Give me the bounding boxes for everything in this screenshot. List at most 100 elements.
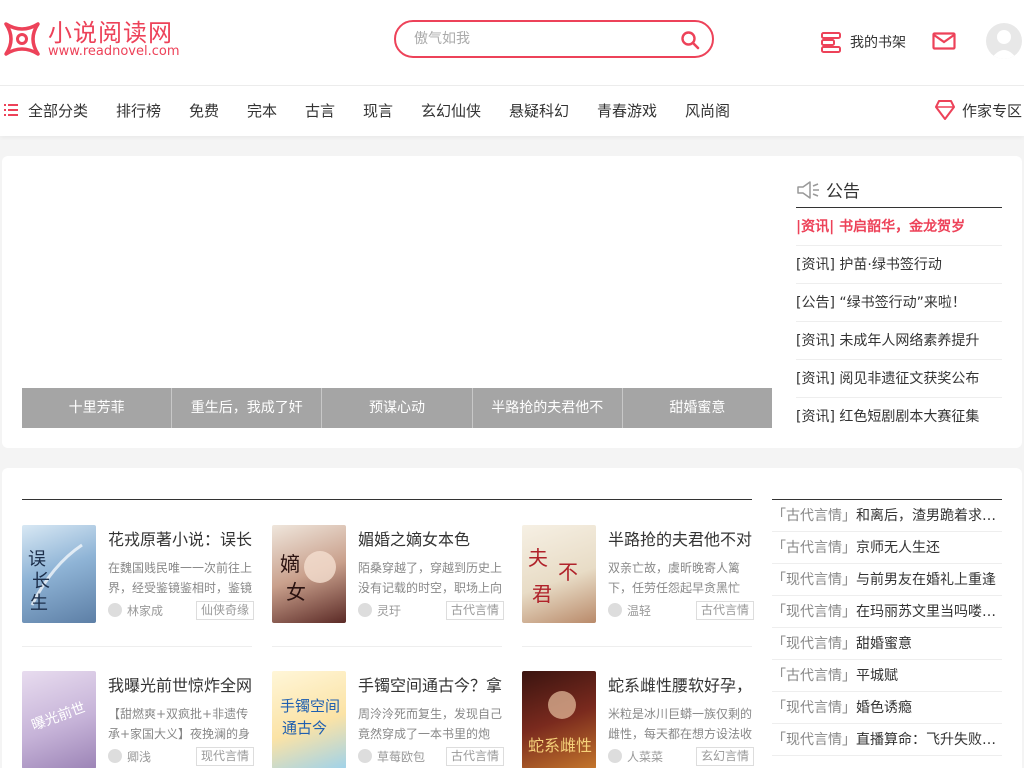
nav-all-categories[interactable]: 全部分类 xyxy=(28,101,88,121)
ranking-title[interactable]: 直播算命：飞升失败后… xyxy=(856,732,1002,748)
nav-youth-games[interactable]: 青春游戏 xyxy=(597,101,657,121)
announcement-item[interactable]: [资讯] 阅见非遗征文获奖公布 xyxy=(796,360,1002,398)
book-cover[interactable]: 夫不君 xyxy=(522,525,596,623)
search-input[interactable] xyxy=(414,29,664,49)
nav-free[interactable]: 免费 xyxy=(189,101,219,121)
slider-tab[interactable]: 重生后，我成了奸 xyxy=(172,388,323,428)
nav-rankings[interactable]: 排行榜 xyxy=(116,101,161,121)
book-genre-tag[interactable]: 古代言情 xyxy=(446,747,505,766)
ranking-genre: 「古代言情」 xyxy=(772,508,856,524)
book-cover[interactable]: 误长生 xyxy=(22,525,96,623)
book-card[interactable]: 蛇系雌性 蛇系雌性腰软好孕， 米粒是冰川巨蟒一族仅剩的雌性，每天都在想方设法收 … xyxy=(522,671,755,768)
announcement-item[interactable]: [资讯] 未成年人网络素养提升 xyxy=(796,322,1002,360)
svg-text:误: 误 xyxy=(28,549,46,570)
author-name: 草莓欧包 xyxy=(377,749,426,764)
ranking-list: 「古代言情」和离后，渣男跪着求我… 「古代言情」京师无人生还 「现代言情」与前男… xyxy=(772,499,1002,756)
book-author: 草莓欧包 xyxy=(358,748,425,764)
diamond-icon xyxy=(935,100,955,120)
ranking-title[interactable]: 平城赋 xyxy=(856,668,898,684)
book-description: 双亲亡故，虞昕晚寄人篱下，任劳任怨起早贪黑忙 xyxy=(608,561,741,595)
bookshelf-link[interactable]: 我的书架 xyxy=(820,30,906,54)
book-author: 温轻 xyxy=(608,602,651,618)
ranking-item[interactable]: 「现代言情」在玛丽苏文里当吗喽的… xyxy=(772,596,1002,628)
ranking-title[interactable]: 与前男友在婚礼上重逢 xyxy=(856,572,996,588)
book-description: 在魏国贱民唯一一次前往上界，经受鉴镜鉴相时，鉴镜 xyxy=(108,561,253,595)
svg-text:不: 不 xyxy=(558,560,578,584)
banner-slider[interactable]: 十里芳菲 重生后，我成了奸 预谋心动 半路抢的夫君他不 甜婚蜜意 xyxy=(22,156,773,428)
slider-tab[interactable]: 甜婚蜜意 xyxy=(622,388,773,428)
book-cover[interactable]: 嫡女 xyxy=(272,525,346,623)
slider-tab[interactable]: 十里芳菲 xyxy=(22,388,173,428)
ranking-item[interactable]: 「古代言情」和离后，渣男跪着求我… xyxy=(772,500,1002,532)
svg-text:蛇系雌性: 蛇系雌性 xyxy=(528,736,592,755)
svg-text:女: 女 xyxy=(286,580,306,604)
ranking-genre: 「现代言情」 xyxy=(772,732,856,748)
slider-tab[interactable]: 半路抢的夫君他不 xyxy=(472,388,623,428)
book-card[interactable]: 嫡女 媚婚之嫡女本色 陌桑穿越了，穿越到历史上没有记载的时空，职场上向 灵玗 古… xyxy=(272,525,505,625)
search-icon[interactable] xyxy=(680,30,700,50)
book-title[interactable]: 花戎原著小说：误长 xyxy=(108,529,254,551)
book-genre-tag[interactable]: 玄幻言情 xyxy=(696,747,755,766)
list-icon xyxy=(4,104,18,116)
book-author: 卿浅 xyxy=(108,748,151,764)
book-title[interactable]: 我曝光前世惊炸全网 xyxy=(108,675,254,697)
ranking-genre: 「现代言情」 xyxy=(772,636,856,652)
book-title[interactable]: 媚婚之嫡女本色 xyxy=(358,529,504,551)
book-cover[interactable]: 手镯空间 通古今 xyxy=(272,671,346,768)
announcement-item[interactable]: [公告] “绿书签行动”来啦！ xyxy=(796,284,1002,322)
book-title[interactable]: 半路抢的夫君他不对 xyxy=(608,529,754,551)
mail-icon[interactable] xyxy=(932,32,956,50)
book-author: 林家成 xyxy=(108,602,163,618)
bookshelf-icon xyxy=(821,32,841,53)
user-silhouette-icon xyxy=(991,30,1017,59)
nav-mystery-scifi[interactable]: 悬疑科幻 xyxy=(509,101,569,121)
nav-modern-romance[interactable]: 现言 xyxy=(363,101,393,121)
divider xyxy=(22,646,252,647)
book-card[interactable]: 夫不君 半路抢的夫君他不对 双亲亡故，虞昕晚寄人篱下，任劳任怨起早贪黑忙 温轻 … xyxy=(522,525,755,625)
ranking-item[interactable]: 「现代言情」婚色诱瘾 xyxy=(772,692,1002,724)
book-card[interactable]: 曝光前世 我曝光前世惊炸全网 【甜燃爽+双疯批+非遗传承+家国大义】夜挽澜的身 … xyxy=(22,671,255,768)
book-cover[interactable]: 曝光前世 xyxy=(22,671,96,768)
book-description: 【甜燃爽+双疯批+非遗传承+家国大义】夜挽澜的身 xyxy=(108,707,251,741)
nav-fashion[interactable]: 风尚阁 xyxy=(685,101,730,121)
ranking-item[interactable]: 「现代言情」甜婚蜜意 xyxy=(772,628,1002,660)
user-avatar[interactable] xyxy=(986,23,1022,59)
book-genre-tag[interactable]: 古代言情 xyxy=(446,601,505,620)
ranking-title[interactable]: 甜婚蜜意 xyxy=(856,636,912,652)
nav-ancient-romance[interactable]: 古言 xyxy=(305,101,335,121)
book-genre-tag[interactable]: 古代言情 xyxy=(696,601,755,620)
ranking-item[interactable]: 「古代言情」京师无人生还 xyxy=(772,532,1002,564)
announcement-item[interactable]: [资讯] 红色短剧剧本大赛征集 xyxy=(796,398,1002,436)
ranking-item[interactable]: 「现代言情」与前男友在婚礼上重逢 xyxy=(772,564,1002,596)
book-card[interactable]: 手镯空间 通古今 手镯空间通古今？拿 周泠泠死而复生，发现自己竟然穿成了一本书里的… xyxy=(272,671,505,768)
nav-completed[interactable]: 完本 xyxy=(247,101,277,121)
book-card[interactable]: 误长生 花戎原著小说：误长 在魏国贱民唯一一次前往上界，经受鉴镜鉴相时，鉴镜 林… xyxy=(22,525,255,625)
author-icon xyxy=(358,749,372,763)
divider xyxy=(22,499,752,500)
announcement-item[interactable]: [资讯] 护苗·绿书签行动 xyxy=(796,246,1002,284)
ranking-genre: 「现代言情」 xyxy=(772,572,856,588)
site-logo[interactable]: 小说阅读网 www.readnovel.com xyxy=(2,18,192,62)
book-genre-tag[interactable]: 仙侠奇缘 xyxy=(196,601,255,620)
author-icon xyxy=(108,603,122,617)
svg-text:嫡: 嫡 xyxy=(280,552,300,576)
svg-text:通古今: 通古今 xyxy=(282,719,327,737)
book-cover[interactable]: 蛇系雌性 xyxy=(522,671,596,768)
author-icon xyxy=(358,603,372,617)
book-title[interactable]: 蛇系雌性腰软好孕， xyxy=(608,675,754,697)
book-description: 米粒是冰川巨蟒一族仅剩的雌性，每天都在想方设法收 xyxy=(608,707,753,741)
ranking-title[interactable]: 在玛丽苏文里当吗喽的… xyxy=(856,604,1002,620)
ranking-item[interactable]: 「古代言情」平城赋 xyxy=(772,660,1002,692)
slider-tab[interactable]: 预谋心动 xyxy=(322,388,473,428)
nav-fantasy[interactable]: 玄幻仙侠 xyxy=(421,101,481,121)
ranking-title[interactable]: 京师无人生还 xyxy=(856,540,940,556)
ranking-genre: 「现代言情」 xyxy=(772,604,856,620)
nav-writer-zone[interactable]: 作家专区 xyxy=(962,101,1022,121)
announcement-item[interactable]: |资讯| 书启韶华，金龙贺岁 xyxy=(796,208,1002,246)
ranking-item[interactable]: 「现代言情」直播算命：飞升失败后… xyxy=(772,724,1002,756)
divider xyxy=(522,646,752,647)
ranking-title[interactable]: 婚色诱瘾 xyxy=(856,700,912,716)
ranking-title[interactable]: 和离后，渣男跪着求我… xyxy=(856,508,1002,524)
book-genre-tag[interactable]: 现代言情 xyxy=(196,747,255,766)
book-title[interactable]: 手镯空间通古今？拿 xyxy=(358,675,504,697)
